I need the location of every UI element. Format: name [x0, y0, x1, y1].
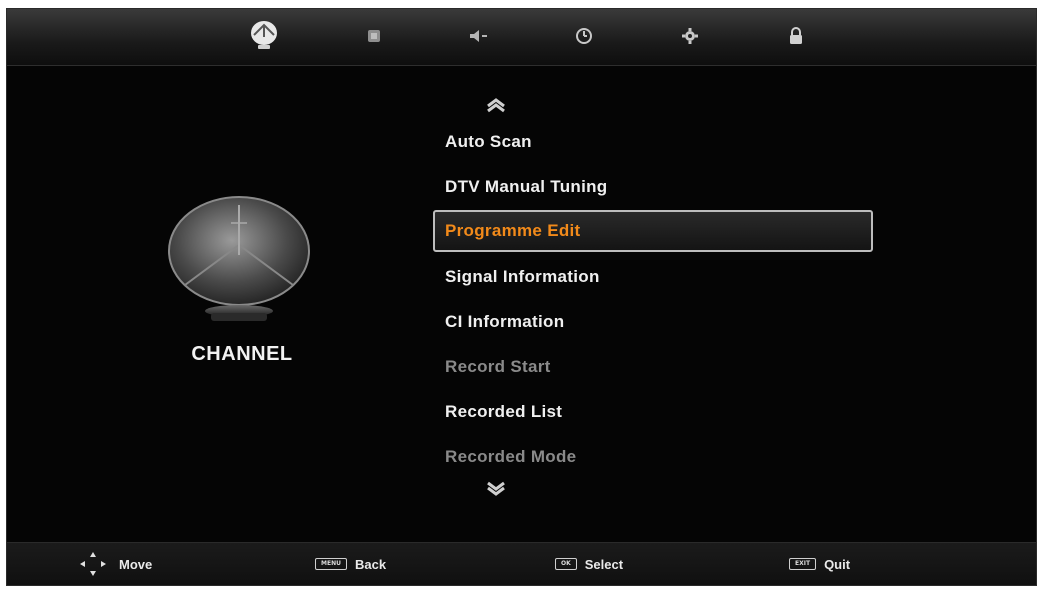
- menu-item-recorded-mode: Recorded Mode: [445, 447, 577, 466]
- hint-bar: Move MENU Back OK Select EXIT Quit: [7, 542, 1036, 585]
- hint-quit-label: Quit: [824, 556, 851, 572]
- menu-item-recorded-list[interactable]: Recorded List: [433, 389, 873, 434]
- hint-move: Move: [77, 543, 152, 585]
- channel-menu-list: Auto Scan DTV Manual Tuning Programme Edit…: [433, 97, 873, 503]
- scroll-up-icon[interactable]: [433, 97, 873, 119]
- exit-key-icon: EXIT: [789, 558, 817, 570]
- ok-key-icon: OK: [555, 558, 577, 570]
- time-icon[interactable]: [569, 21, 599, 51]
- satellite-dish-icon: [165, 195, 313, 325]
- menu-item-record-start: Record Start: [445, 357, 551, 376]
- hint-back: MENU Back: [315, 543, 386, 585]
- menu-item-ci-information[interactable]: CI Information: [433, 299, 873, 344]
- menu-item-dtv-manual-tuning[interactable]: DTV Manual Tuning: [433, 164, 873, 209]
- hint-select-label: Select: [584, 556, 624, 572]
- tv-menu-screen: CHANNEL Auto Scan DTV Manual Tuning Progra…: [6, 8, 1037, 586]
- category-label: CHANNEL: [191, 343, 293, 365]
- hint-move-label: Move: [119, 556, 153, 572]
- dpad-icon: [77, 551, 109, 577]
- lock-icon[interactable]: [781, 21, 811, 51]
- hint-quit: EXIT Quit: [789, 543, 850, 585]
- menu-item-signal-information[interactable]: Signal Information: [433, 254, 873, 299]
- sound-icon[interactable]: [463, 21, 493, 51]
- hint-select: OK Select: [555, 543, 623, 585]
- menu-item-auto-scan[interactable]: Auto Scan: [433, 119, 873, 164]
- hint-back-label: Back: [354, 556, 387, 572]
- top-category-bar: [7, 9, 1036, 66]
- menu-item-programme-edit[interactable]: Programme Edit: [433, 210, 873, 252]
- menu-key-icon: MENU: [315, 558, 347, 570]
- setup-icon[interactable]: [675, 21, 705, 51]
- channel-dish-icon[interactable]: [247, 19, 281, 53]
- picture-icon[interactable]: [359, 21, 389, 51]
- scroll-down-icon[interactable]: [433, 481, 873, 503]
